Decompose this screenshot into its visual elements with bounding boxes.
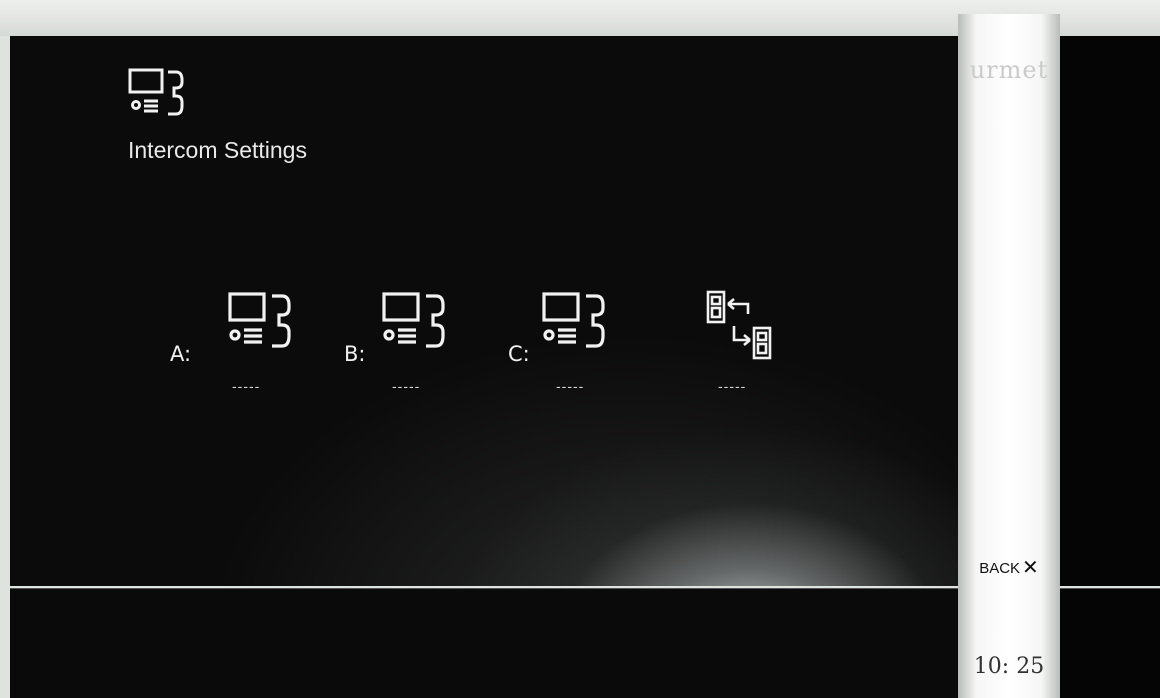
intercom-b-label: B: <box>344 342 366 366</box>
device-frame: Intercom Settings A: ----- B: ----- C: -… <box>0 0 1160 698</box>
intercom-b-button[interactable]: B: ----- <box>344 290 484 400</box>
intercom-icon <box>378 290 458 354</box>
brand-logo: urmet <box>969 56 1049 84</box>
call-transfer-icon <box>704 290 784 360</box>
intercom-c-button[interactable]: C: ----- <box>508 290 648 400</box>
back-button[interactable]: BACK ✕ <box>964 554 1054 582</box>
intercom-c-value: ----- <box>556 378 585 394</box>
right-panel-top <box>1060 36 1160 586</box>
back-label: BACK <box>979 559 1021 577</box>
close-icon: ✕ <box>1022 557 1039 579</box>
intercom-icon <box>224 290 304 354</box>
intercom-icon <box>538 290 618 354</box>
side-strip: urmet BACK ✕ 10: 25 <box>958 14 1060 698</box>
intercom-c-label: C: <box>508 342 530 366</box>
right-panel-bottom <box>1060 588 1160 698</box>
intercom-a-label: A: <box>170 342 192 366</box>
intercom-b-value: ----- <box>392 378 421 394</box>
intercom-a-button[interactable]: A: ----- <box>170 290 310 400</box>
clock: 10: 25 <box>973 654 1045 679</box>
intercom-a-value: ----- <box>232 378 261 394</box>
call-transfer-value: ----- <box>718 378 747 394</box>
page-title: Intercom Settings <box>128 137 307 163</box>
bottom-panel <box>10 588 958 698</box>
call-transfer-button[interactable]: ----- <box>700 290 800 400</box>
intercom-icon <box>126 68 196 122</box>
